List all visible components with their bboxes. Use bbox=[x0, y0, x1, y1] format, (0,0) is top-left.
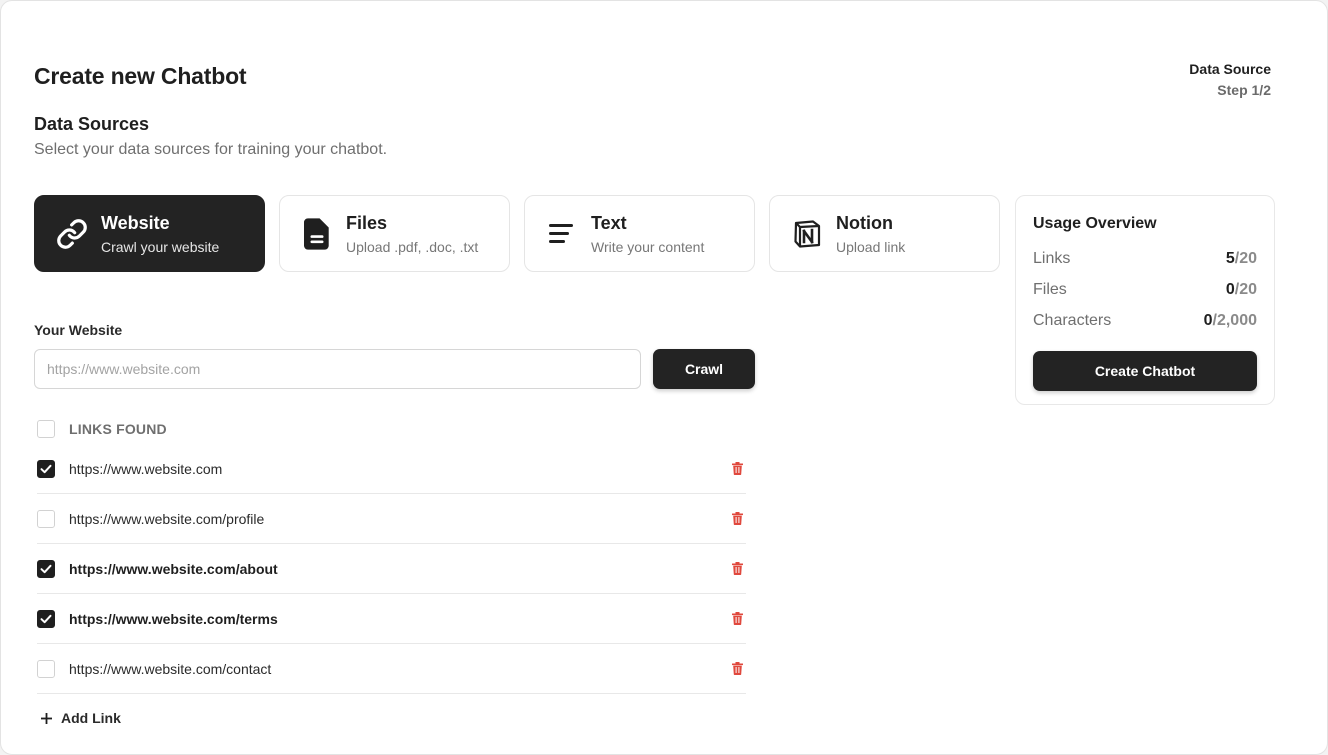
link-row: https://www.website.com/profile bbox=[37, 494, 746, 544]
link-checkbox[interactable] bbox=[37, 659, 55, 678]
source-card-website[interactable]: Website Crawl your website bbox=[34, 195, 265, 272]
source-card-text[interactable]: Text Write your content bbox=[524, 195, 755, 272]
links-list-header: LINKS FOUND bbox=[37, 420, 167, 438]
source-title: Text bbox=[591, 212, 627, 233]
check-icon bbox=[40, 464, 52, 473]
step-label: Data Source bbox=[1189, 61, 1271, 77]
usage-value: 0/2,000 bbox=[1203, 312, 1257, 329]
link-url: https://www.website.com/profile bbox=[69, 510, 265, 527]
source-title: Files bbox=[346, 212, 388, 233]
usage-row-characters: Characters 0/2,000 bbox=[1033, 309, 1257, 333]
link-url: https://www.website.com bbox=[69, 460, 223, 477]
source-subtitle: Upload link bbox=[836, 238, 906, 255]
usage-title: Usage Overview bbox=[1033, 215, 1157, 232]
source-title: Website bbox=[101, 212, 170, 233]
trash-icon[interactable] bbox=[730, 462, 744, 476]
check-icon bbox=[40, 564, 52, 573]
link-checkbox[interactable] bbox=[37, 459, 55, 478]
link-url: https://www.website.com/contact bbox=[69, 660, 272, 677]
usage-value: 0/20 bbox=[1225, 281, 1257, 298]
usage-label: Links bbox=[1033, 250, 1071, 267]
link-icon bbox=[55, 217, 89, 251]
source-title: Notion bbox=[836, 212, 893, 233]
source-subtitle: Write your content bbox=[591, 238, 705, 255]
source-card-notion[interactable]: Notion Upload link bbox=[769, 195, 1000, 272]
step-indicator: Data Source Step 1/2 bbox=[1189, 59, 1271, 101]
link-checkbox[interactable] bbox=[37, 559, 55, 578]
check-icon bbox=[40, 614, 52, 623]
step-count: Step 1/2 bbox=[1217, 82, 1271, 98]
trash-icon[interactable] bbox=[730, 612, 744, 626]
trash-icon[interactable] bbox=[730, 562, 744, 576]
source-card-files[interactable]: Files Upload .pdf, .doc, .txt bbox=[279, 195, 510, 272]
add-link-label: Add Link bbox=[61, 710, 121, 726]
usage-value: 5/20 bbox=[1225, 250, 1257, 267]
create-chatbot-panel: Create new Chatbot Data Source Step 1/2 … bbox=[0, 0, 1328, 755]
usage-overview-card: Usage Overview Links 5/20 Files 0/20 Cha… bbox=[1015, 195, 1275, 405]
links-found-label: LINKS FOUND bbox=[69, 421, 167, 437]
notion-icon bbox=[790, 217, 824, 251]
website-url-input[interactable] bbox=[34, 349, 641, 389]
trash-icon[interactable] bbox=[730, 512, 744, 526]
select-all-checkbox[interactable] bbox=[37, 420, 55, 438]
trash-icon[interactable] bbox=[730, 662, 744, 676]
usage-row-links: Links 5/20 bbox=[1033, 247, 1257, 271]
link-url: https://www.website.com/terms bbox=[69, 610, 278, 627]
section-title: Data Sources bbox=[34, 114, 150, 134]
text-lines-icon bbox=[545, 217, 579, 251]
link-url: https://www.website.com/about bbox=[69, 560, 278, 577]
link-checkbox[interactable] bbox=[37, 509, 55, 528]
add-link-button[interactable]: Add Link bbox=[39, 708, 121, 728]
usage-label: Characters bbox=[1033, 312, 1112, 329]
website-field-label: Your Website bbox=[34, 322, 123, 338]
plus-icon bbox=[39, 711, 53, 725]
source-subtitle: Upload .pdf, .doc, .txt bbox=[346, 238, 479, 255]
usage-row-files: Files 0/20 bbox=[1033, 278, 1257, 302]
link-row: https://www.website.com/contact bbox=[37, 644, 746, 694]
link-row: https://www.website.com/terms bbox=[37, 594, 746, 644]
source-subtitle: Crawl your website bbox=[101, 238, 220, 255]
create-chatbot-button[interactable]: Create Chatbot bbox=[1033, 351, 1257, 391]
page-title: Create new Chatbot bbox=[34, 63, 247, 89]
crawl-button[interactable]: Crawl bbox=[653, 349, 755, 389]
link-row: https://www.website.com bbox=[37, 444, 746, 494]
link-row: https://www.website.com/about bbox=[37, 544, 746, 594]
section-subtitle: Select your data sources for training yo… bbox=[34, 141, 388, 158]
file-icon bbox=[300, 217, 334, 251]
usage-label: Files bbox=[1033, 281, 1067, 298]
link-checkbox[interactable] bbox=[37, 609, 55, 628]
